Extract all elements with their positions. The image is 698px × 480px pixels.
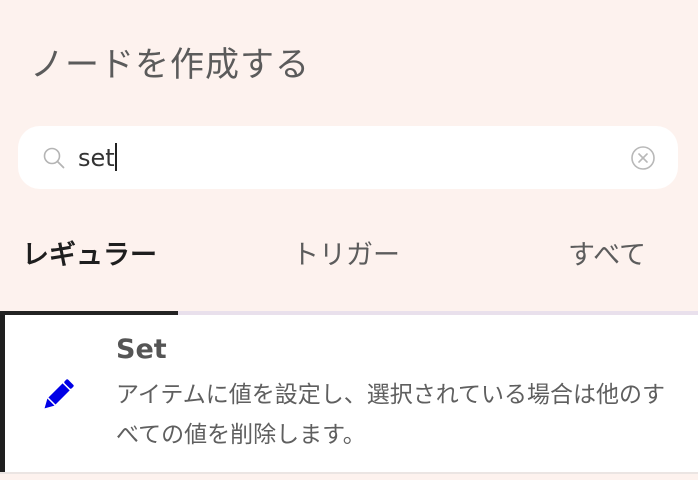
search-input[interactable]: set (78, 142, 117, 174)
text-caret (114, 143, 117, 171)
tab-trigger[interactable]: トリガー (292, 238, 400, 274)
node-title: Set (116, 334, 167, 365)
search-bar[interactable]: set (18, 126, 678, 189)
tab-all[interactable]: すべて (568, 238, 646, 274)
node-description: アイテムに値を設定し、選択されている場合は他のすべての値を削除します。 (116, 382, 666, 448)
clear-icon[interactable] (630, 145, 656, 171)
search-icon (43, 147, 65, 169)
search-input-value: set (78, 144, 115, 172)
pencil-icon (44, 379, 74, 409)
list-divider (0, 472, 698, 474)
selected-accent-bar (0, 315, 5, 472)
node-result-set[interactable]: Set アイテムに値を設定し、選択されている場合は他のすべての値を削除します。 (0, 315, 698, 472)
page-title: ノードを作成する (30, 45, 310, 85)
tab-regular[interactable]: レギュラー (22, 238, 157, 274)
